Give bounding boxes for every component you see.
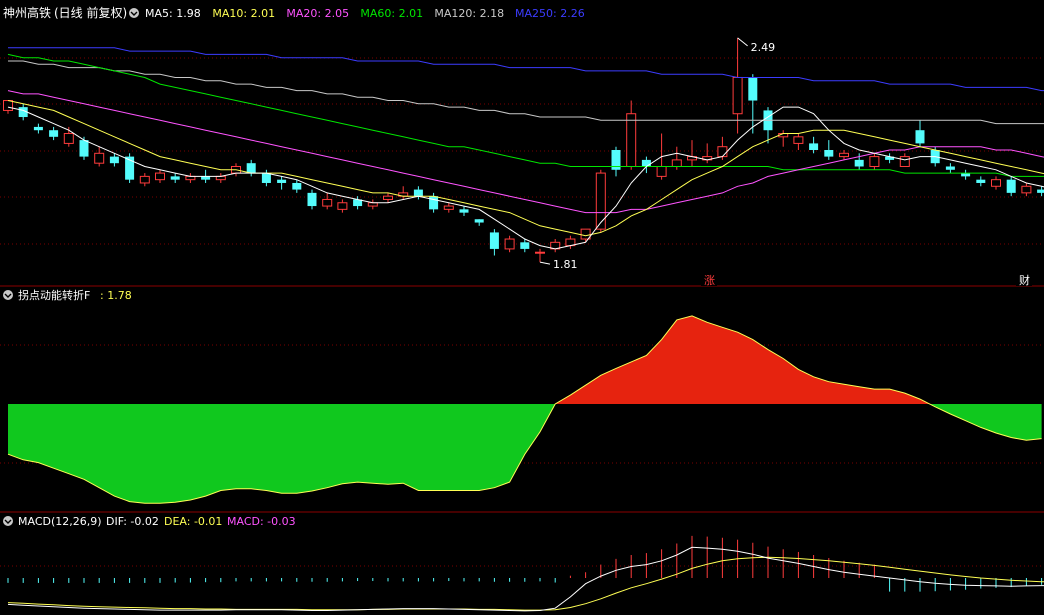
- panel2-toggle-icon[interactable]: [3, 290, 13, 300]
- macd-title: MACD(12,26,9): [18, 515, 102, 528]
- candle-body: [459, 209, 469, 213]
- panel2-title: 拐点动能转折F: [18, 288, 90, 302]
- momentum-area: [7, 315, 1042, 504]
- candle-body: [991, 179, 1001, 187]
- candle-body: [626, 113, 637, 167]
- ma-legend-item-2: MA20: 2.05: [286, 7, 349, 20]
- high-price-label: 2.49: [751, 41, 776, 54]
- candle-body: [809, 143, 819, 150]
- panel3-toggle-icon[interactable]: [3, 516, 13, 526]
- candle-body: [899, 156, 910, 167]
- candle-body: [976, 179, 986, 183]
- legend-toggle-icon[interactable]: [129, 8, 139, 18]
- candle-body: [322, 198, 333, 207]
- macd-dif-label: DIF: -0.02: [106, 515, 159, 528]
- candle-body: [1021, 185, 1032, 194]
- candle-body: [33, 126, 43, 131]
- candle-body: [869, 156, 880, 167]
- candle-body: [656, 165, 667, 177]
- ma-legend-item-3: MA60: 2.01: [360, 7, 423, 20]
- candle-body: [155, 172, 165, 181]
- ma-legend: MA5: 1.98 MA10: 2.01 MA20: 2.05 MA60: 2.01 M…: [145, 7, 585, 20]
- ma120-line: [8, 60, 1044, 125]
- ma20-line: [7, 90, 1044, 214]
- candle-body: [489, 232, 499, 249]
- candle-body: [504, 238, 515, 250]
- candle-body: [337, 202, 348, 210]
- candle-body: [520, 242, 530, 249]
- zhang-marker: 涨: [704, 274, 715, 287]
- momentum-negative-area-0: [8, 404, 556, 504]
- candle-body: [139, 175, 150, 184]
- candle-body: [94, 152, 105, 164]
- candle-body: [277, 179, 287, 183]
- candle-body: [292, 182, 302, 190]
- high-arrow-icon: [737, 37, 748, 47]
- ma-legend-item-4: MA120: 2.18: [434, 7, 504, 20]
- candle-body: [170, 176, 180, 180]
- candle-body: [246, 163, 256, 174]
- stock-title: 神州高铁: [3, 5, 51, 20]
- candle-body: [429, 196, 439, 210]
- candle-body: [915, 130, 925, 144]
- moving-average-lines: [7, 47, 1044, 250]
- candle-body: [748, 77, 758, 101]
- candle-body: [1037, 189, 1044, 193]
- momentum-positive-area-1: [555, 315, 931, 404]
- candle-body: [854, 159, 864, 167]
- ma250-line: [8, 47, 1044, 92]
- candle-body: [109, 156, 119, 164]
- candle-body: [79, 140, 89, 157]
- candle-body: [261, 173, 271, 183]
- candle-body: [1006, 179, 1016, 193]
- ma-legend-item-0: MA5: 1.98: [145, 7, 201, 20]
- macd-dea-label: DEA: -0.01: [164, 515, 222, 528]
- candle-body: [671, 159, 682, 167]
- candle-body: [732, 76, 743, 115]
- candle-body: [717, 146, 728, 158]
- candle-body: [413, 189, 423, 197]
- chart-mode: (日线 前复权): [54, 5, 127, 20]
- candle-body: [839, 152, 849, 158]
- macd-series: [7, 535, 1044, 612]
- low-arrow-icon: [539, 261, 551, 265]
- candle-body: [474, 219, 484, 223]
- ma-legend-item-5: MA250: 2.26: [515, 7, 585, 20]
- macd-value-label: MACD: -0.03: [227, 515, 296, 528]
- candle-body: [307, 192, 317, 207]
- candle-body: [793, 136, 804, 144]
- dif-line: [7, 546, 1044, 612]
- panel2-value: : 1.78: [100, 289, 132, 302]
- candle-body: [383, 195, 393, 200]
- candle-body: [63, 133, 74, 144]
- candle-body: [443, 205, 454, 210]
- candle-body: [641, 159, 651, 167]
- candle-body: [535, 251, 545, 254]
- candle-body: [824, 150, 834, 157]
- candle-body: [945, 166, 955, 170]
- candle-body: [49, 130, 59, 137]
- stock-chart[interactable]: 神州高铁 (日线 前复权) MA5: 1.98 MA10: 2.01 MA20: 2…: [0, 0, 1044, 615]
- momentum-negative-area-2: [930, 404, 1042, 441]
- candle-body: [3, 100, 13, 111]
- ma-legend-item-1: MA10: 2.01: [212, 7, 275, 20]
- low-price-label: 1.81: [553, 258, 578, 271]
- cai-marker: 财: [1019, 273, 1030, 287]
- dea-line: [7, 556, 1044, 611]
- candle-body: [595, 172, 606, 230]
